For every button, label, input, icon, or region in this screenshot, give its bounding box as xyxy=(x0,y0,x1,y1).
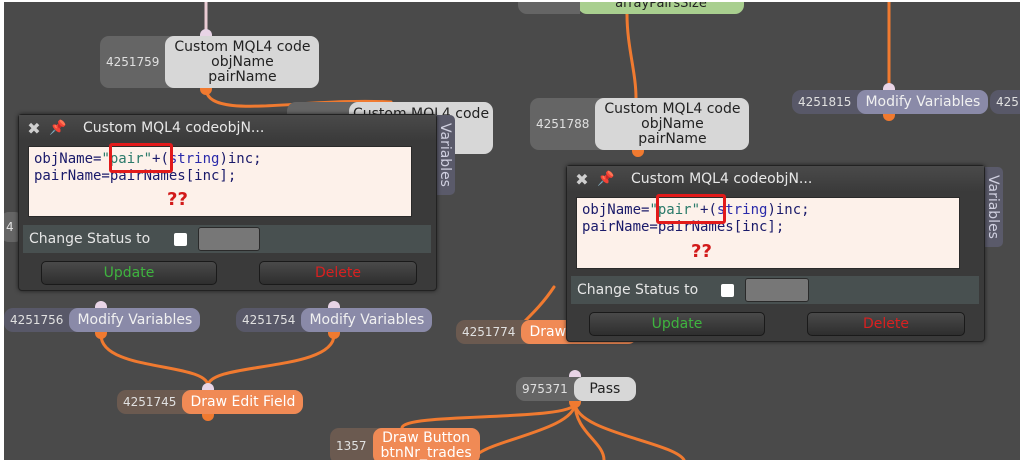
node-line: pairName xyxy=(638,130,707,147)
status-label: Change Status to xyxy=(29,231,151,247)
code-line: objName="pair"+(string)inc; xyxy=(582,202,810,218)
code-line: pairName=pairNames[inc]; xyxy=(34,168,237,184)
input-port[interactable] xyxy=(328,301,340,308)
node-pass-975371[interactable]: 975371 Pass xyxy=(516,377,636,401)
node-id-strip xyxy=(518,2,580,14)
code-editor[interactable]: objName="pair"+(string)inc; pairName=pai… xyxy=(576,197,960,269)
annotation-question: ?? xyxy=(167,189,188,210)
panel-title: Custom MQL4 codeobjN... xyxy=(83,120,265,136)
node-body: Draw Button btnNr_trades xyxy=(372,428,480,461)
close-icon[interactable]: ✖ xyxy=(25,119,43,138)
node-label: arrayPairsSize xyxy=(578,2,744,14)
node-label: Pass xyxy=(573,377,636,401)
variables-tab-label: Variables xyxy=(985,175,1001,239)
node-id: 4251756 xyxy=(10,313,64,327)
node-title: Custom MQL4 code xyxy=(604,100,741,117)
node-label: Modify Variables xyxy=(69,308,201,332)
code-editor-panel: ✖ 📌 Custom MQL4 codeobjN... objName="pai… xyxy=(18,114,437,291)
status-field[interactable] xyxy=(745,278,809,302)
variables-tab[interactable]: Variables xyxy=(435,115,455,195)
node-id: 4251815 xyxy=(798,95,852,109)
panel-title: Custom MQL4 codeobjN... xyxy=(631,171,813,187)
pin-icon[interactable]: 📌 xyxy=(47,120,69,136)
node-label: Draw Edit Field xyxy=(182,390,304,414)
node-canvas[interactable]: arrayPairsSize Custom MQL4 code 4251759 … xyxy=(4,2,1020,460)
update-button[interactable]: Update xyxy=(41,261,217,285)
node-id: 425 xyxy=(996,95,1019,109)
node-id: 4251759 xyxy=(106,55,160,69)
node-modify-variables-4251754[interactable]: 4251754 Modify Variables xyxy=(236,308,433,332)
node-array-pairs-size[interactable]: arrayPairsSize xyxy=(578,2,744,14)
close-icon[interactable]: ✖ xyxy=(573,170,591,189)
variables-tab-label: Variables xyxy=(437,123,453,187)
panel-titlebar[interactable]: ✖ 📌 Custom MQL4 codeobjN... xyxy=(567,166,984,192)
panel-titlebar[interactable]: ✖ 📌 Custom MQL4 codeobjN... xyxy=(19,115,436,141)
node-draw-edit-field-4251745[interactable]: 4251745 Draw Edit Field xyxy=(117,390,304,414)
wire xyxy=(625,12,638,100)
node-draw-button-1357[interactable]: 1357 Draw Button btnNr_trades xyxy=(330,428,480,460)
input-port[interactable] xyxy=(883,83,895,90)
variables-tab[interactable]: Variables xyxy=(983,167,1003,247)
node-id: 4251745 xyxy=(123,395,177,409)
code-line: objName="pair"+(string)inc; xyxy=(34,151,262,167)
pin-icon[interactable]: 📌 xyxy=(595,171,617,187)
node-custom-mql4-4251788[interactable]: 4251788 Custom MQL4 code objName pairNam… xyxy=(530,98,750,150)
highlight-box xyxy=(656,194,726,224)
wire xyxy=(522,285,556,324)
node-id: 1357 xyxy=(336,439,367,453)
node-id: 4251788 xyxy=(536,117,590,131)
node-line: btnNr_trades xyxy=(380,445,472,461)
node-line: pairName xyxy=(208,68,277,85)
code-editor[interactable]: objName="pair"+(string)inc; pairName=pai… xyxy=(28,146,412,217)
wire xyxy=(99,333,210,388)
highlight-box xyxy=(109,143,173,173)
input-port[interactable] xyxy=(95,301,107,308)
node-line: objName xyxy=(641,115,704,132)
node-label: Modify Variables xyxy=(857,90,989,114)
node-body: Custom MQL4 code objName pairName xyxy=(595,98,750,150)
delete-button[interactable]: Delete xyxy=(259,261,417,285)
wire xyxy=(400,401,577,430)
input-port[interactable] xyxy=(202,383,214,390)
input-port[interactable] xyxy=(569,370,581,377)
node-body: Custom MQL4 code objName pairName xyxy=(165,36,320,88)
node-modify-variables-4251756[interactable]: 4251756 Modify Variables xyxy=(4,308,201,332)
code-editor-panel: ✖ 📌 Custom MQL4 codeobjN... objName="pai… xyxy=(566,165,985,342)
code-line: pairName=pairNames[inc]; xyxy=(582,219,785,235)
node-title: Draw Button xyxy=(382,430,471,446)
update-button[interactable]: Update xyxy=(589,312,765,336)
node-title: Custom MQL4 code xyxy=(174,38,311,55)
status-checkbox[interactable] xyxy=(721,284,734,297)
annotation-question: ?? xyxy=(691,241,712,262)
status-checkbox[interactable] xyxy=(174,233,187,246)
input-port[interactable] xyxy=(200,29,212,36)
delete-button[interactable]: Delete xyxy=(807,312,965,336)
wire xyxy=(573,401,686,460)
node-custom-mql4-4251759[interactable]: 4251759 Custom MQL4 code objName pairNam… xyxy=(100,36,320,88)
node-modify-variables-4251815[interactable]: 4251815 Modify Variables xyxy=(792,90,989,114)
wire xyxy=(206,333,336,388)
status-label: Change Status to xyxy=(577,282,699,298)
node-id: 975371 xyxy=(522,382,568,396)
node-line: objName xyxy=(211,53,274,70)
node-id: 4251754 xyxy=(242,313,296,327)
node-modify-variables-cut[interactable]: 425 xyxy=(990,90,1020,114)
status-field[interactable] xyxy=(198,227,260,251)
node-label: Modify Variables xyxy=(301,308,433,332)
node-id: 4251774 xyxy=(462,325,516,339)
